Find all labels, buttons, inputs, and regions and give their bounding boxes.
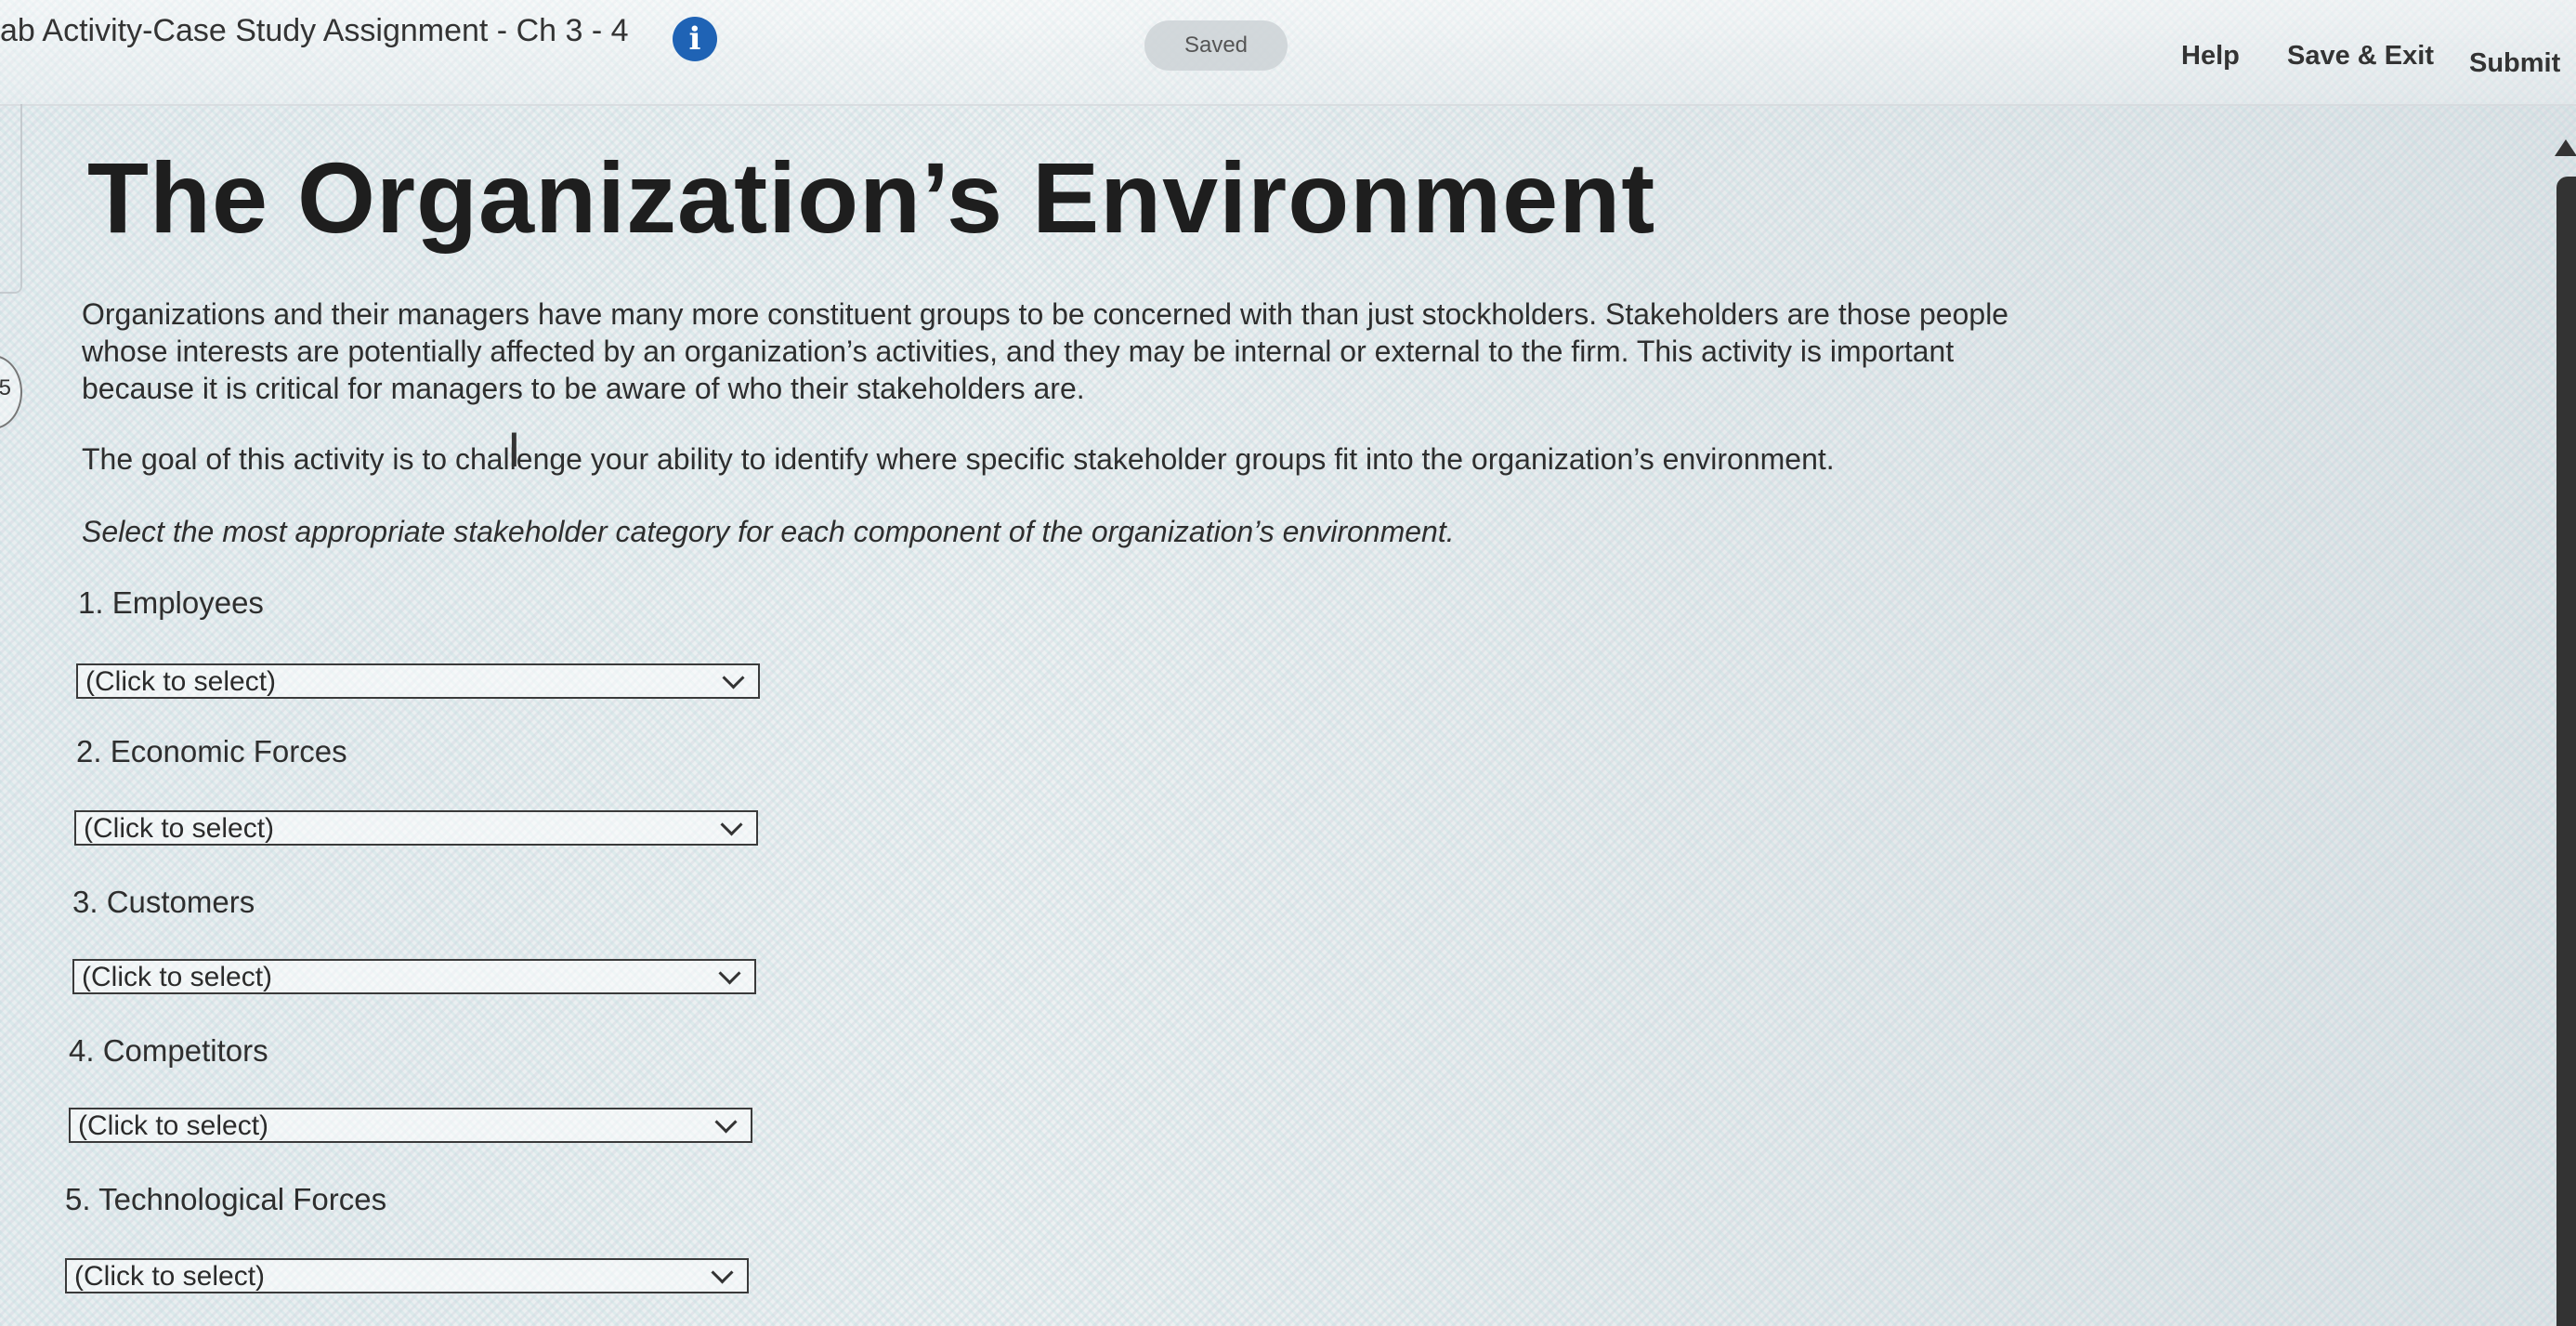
vertical-scrollbar[interactable] [2551,139,2576,1326]
dropdown-selected-value: (Click to select) [84,813,275,844]
question-label-employees: 1. Employees [78,585,264,620]
chevron-down-icon [720,813,743,836]
dropdown-selected-value: (Click to select) [85,666,277,697]
scroll-up-arrow-icon[interactable] [2555,139,2576,156]
left-panel-edge [0,104,22,294]
intro-paragraph: Organizations and their managers have ma… [82,297,2009,405]
save-exit-link[interactable]: Save & Exit [2287,41,2434,72]
text-cursor-icon: I [507,424,521,478]
assignment-title: ab Activity-Case Study Assignment - Ch 3… [0,13,629,48]
question-label-technological-forces: 5. Technological Forces [65,1182,387,1216]
dropdown-selected-value: (Click to select) [74,1261,266,1292]
question-label-economic-forces: 2. Economic Forces [76,734,347,768]
dropdown-employees[interactable]: (Click to select) [76,663,760,699]
chevron-down-icon [718,962,741,985]
submit-link[interactable]: Submit [2469,48,2560,79]
chevron-down-icon [711,1261,734,1284]
dropdown-technological-forces[interactable]: (Click to select) [65,1258,749,1293]
goal-paragraph: The goal of this activity is to challeng… [82,442,1835,476]
chevron-down-icon [714,1110,738,1134]
dropdown-customers[interactable]: (Click to select) [72,959,756,994]
info-icon[interactable]: i [673,17,717,61]
page-title: The Organization’s Environment [87,141,1656,254]
question-label-competitors: 4. Competitors [69,1033,268,1068]
dropdown-selected-value: (Click to select) [82,962,273,992]
saved-status-badge: Saved [1144,20,1288,71]
help-link[interactable]: Help [2181,41,2240,72]
top-bar: ab Activity-Case Study Assignment - Ch 3… [0,0,2576,106]
dropdown-competitors[interactable]: (Click to select) [69,1108,752,1143]
instruction-paragraph: Select the most appropriate stakeholder … [82,515,1455,548]
scrollbar-thumb[interactable] [2556,177,2576,1326]
side-step-number: 5 [0,375,11,400]
question-label-customers: 3. Customers [72,885,255,919]
chevron-down-icon [722,666,745,689]
dropdown-selected-value: (Click to select) [78,1110,269,1141]
dropdown-economic-forces[interactable]: (Click to select) [74,810,758,846]
side-step-indicator[interactable]: 5 [0,355,22,429]
